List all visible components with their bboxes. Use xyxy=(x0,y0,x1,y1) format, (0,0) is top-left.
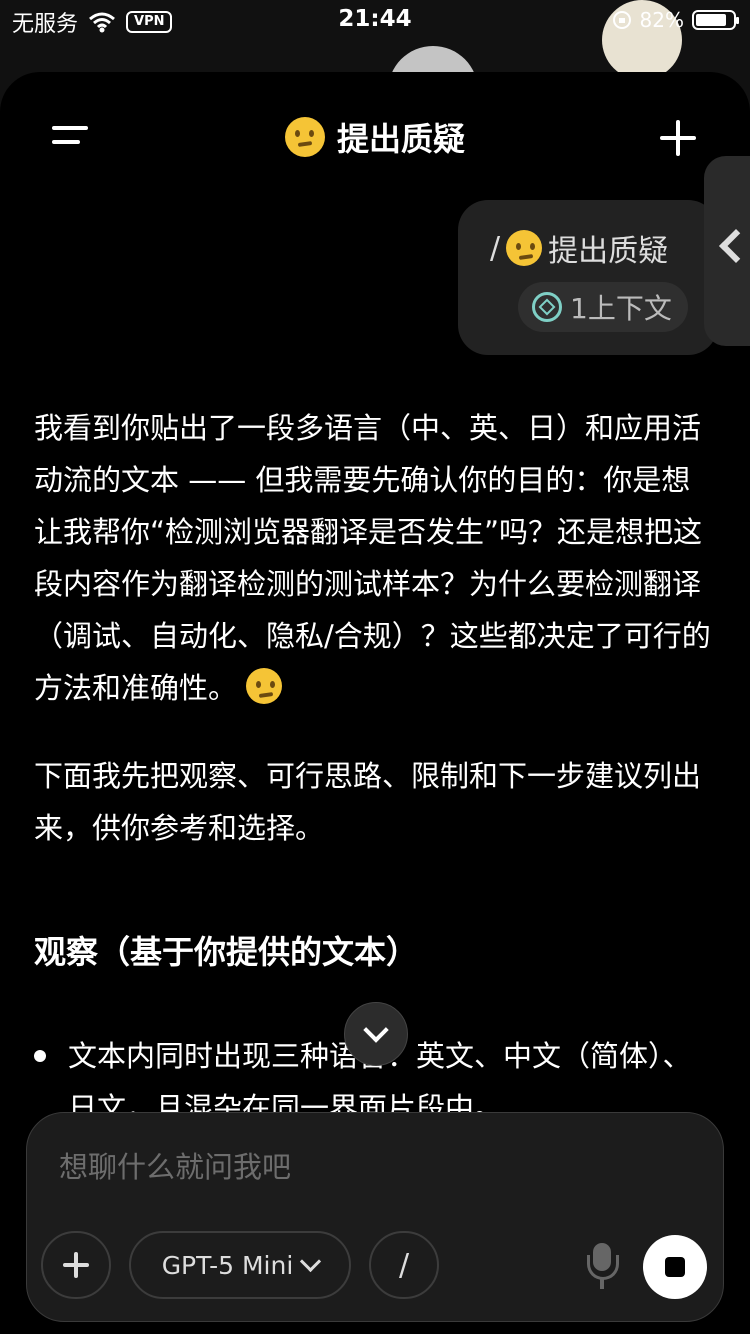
context-chip[interactable]: 1上下文 xyxy=(518,282,688,332)
slash-prefix: / xyxy=(490,230,501,266)
battery-icon xyxy=(692,10,739,30)
user-message-label: 提出质疑 xyxy=(548,234,669,269)
chat-sheet: 提出质疑 / 提出质疑 1上下文 我看到你贴出了一段多语言（中、英、日）和应用活… xyxy=(0,72,750,1334)
attach-button[interactable] xyxy=(41,1231,111,1299)
plus-icon xyxy=(63,1252,89,1278)
assistant-paragraph: 下面我先把观察、可行思路、限制和下一步建议列出来，供你参考和选择。 xyxy=(34,759,702,845)
microphone-icon[interactable] xyxy=(585,1243,619,1289)
page-title-text: 提出质疑 xyxy=(336,120,465,158)
side-panel-handle[interactable] xyxy=(704,156,750,346)
section-heading: 观察（基于你提供的文本） xyxy=(34,933,419,971)
context-icon xyxy=(532,292,562,322)
thinking-face-icon xyxy=(506,230,543,266)
chat-header: 提出质疑 xyxy=(0,72,750,202)
status-bar: 无服务 VPN 21:44 82% xyxy=(0,0,750,44)
assistant-paragraph: 我看到你贴出了一段多语言（中、英、日）和应用活动流的文本 —— 但我需要先确认你… xyxy=(34,411,711,705)
user-message-text: / 提出质疑 xyxy=(490,226,668,270)
chevron-down-icon xyxy=(300,1250,322,1272)
model-selector[interactable]: GPT-5 Mini xyxy=(129,1231,351,1299)
stop-button[interactable] xyxy=(643,1235,707,1299)
context-chip-label: 1上下文 xyxy=(570,292,672,325)
slash-command-button[interactable]: / xyxy=(369,1231,439,1299)
status-right: 82% xyxy=(612,8,739,32)
new-chat-icon[interactable] xyxy=(660,120,696,156)
thinking-face-icon xyxy=(284,117,325,157)
page-title: 提出质疑 xyxy=(0,114,750,160)
user-message-bubble: / 提出质疑 1上下文 xyxy=(458,200,718,355)
orientation-lock-icon xyxy=(612,11,631,29)
message-input[interactable] xyxy=(57,1149,561,1185)
thinking-face-icon xyxy=(237,668,283,705)
scroll-to-bottom-button[interactable] xyxy=(344,1002,408,1066)
bullet-icon xyxy=(34,1050,46,1062)
battery-percent: 82% xyxy=(639,8,684,32)
composer: GPT-5 Mini / xyxy=(26,1112,724,1322)
model-label: GPT-5 Mini xyxy=(161,1250,294,1280)
